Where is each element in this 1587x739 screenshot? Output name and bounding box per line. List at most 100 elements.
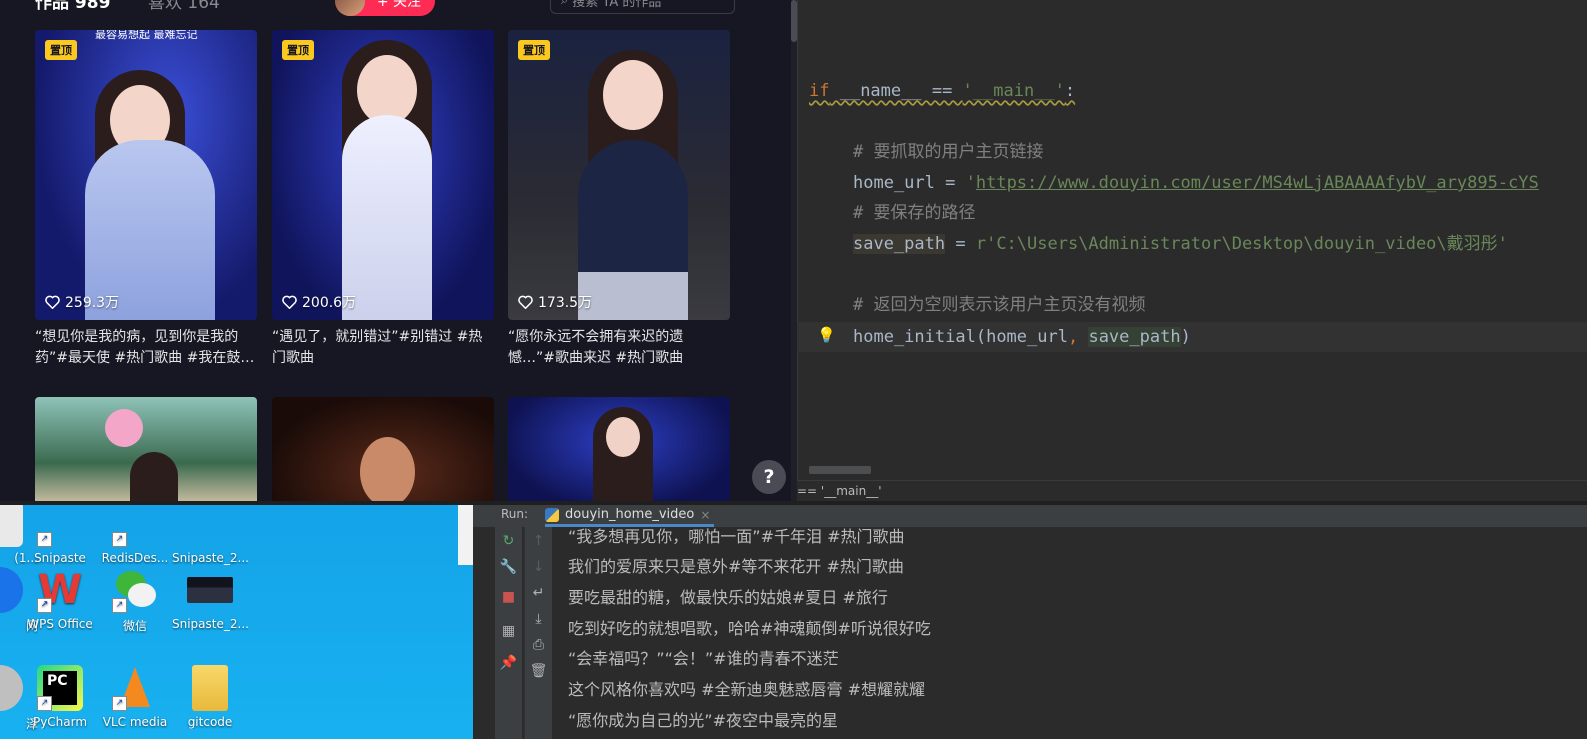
desktop-icon-wechat[interactable]: ↗ 微信 — [97, 567, 173, 634]
avatar — [335, 0, 365, 16]
browser-icon — [0, 567, 23, 613]
file-icon — [0, 505, 23, 547]
console-line: 吃到好吃的就想唱歌，哈哈#神魂颠倒#听说很好吃 — [568, 619, 931, 638]
desktop-icon-wps[interactable]: W ↗ WPS Office — [22, 567, 98, 631]
python-icon — [545, 507, 559, 522]
console-line: “会幸福吗？”“会！”#谁的青春不迷茫 — [568, 649, 839, 668]
comment: # 要抓取的用户主页链接 — [853, 142, 1044, 162]
douyin-profile-panel: 作品 989 喜欢 164 + 关注 ⌕ 搜索 TA 的作品 最容易想起 最难忘… — [0, 0, 797, 505]
thumbnail-outfit — [578, 140, 688, 320]
video-caption[interactable]: “想见你是我的病，见到你是我的药”#最天使 #热门歌曲 #我在鼓… — [35, 327, 257, 369]
follow-label: + 关注 — [376, 0, 421, 10]
like-count: 259.3万 — [45, 292, 119, 312]
like-count: 173.5万 — [518, 292, 592, 312]
code-editor[interactable]: if __name__ == '__main__': # 要抓取的用户主页链接 … — [797, 0, 1587, 480]
run-toolbar-right: ↑ ↓ ↵ ⤓ ⎙ 🗑 — [524, 527, 552, 739]
close-icon[interactable]: × — [700, 508, 710, 522]
video-card[interactable] — [508, 397, 730, 505]
arrow-down-icon[interactable]: ↓ — [525, 559, 552, 575]
window-fragment — [458, 505, 473, 565]
console-line: “我多想再见你，哪怕一面”#千年泪 #热门歌曲 — [568, 527, 905, 546]
code-line-comment-empty: # 返回为空则表示该用户主页没有视频 — [853, 290, 1587, 320]
variable-home-url: home_url — [853, 173, 935, 193]
desktop-icon-vlc[interactable]: ↗ VLC media — [97, 665, 173, 729]
soft-wrap-icon[interactable]: ↵ — [525, 585, 552, 601]
shortcut-arrow-icon: ↗ — [112, 532, 127, 547]
wps-icon: W ↗ — [37, 567, 83, 613]
desktop-icon-pycharm[interactable]: PC ↗ PyCharm — [22, 665, 98, 729]
thumbnail-balloon — [105, 409, 143, 447]
windows-desktop: (1... ↗ Snipaste ↗ RedisDes... Snipaste_2.… — [0, 505, 473, 739]
trash-icon[interactable]: 🗑 — [525, 663, 552, 679]
app-icon — [0, 665, 23, 711]
video-card[interactable]: 置顶 173.5万 — [508, 30, 730, 320]
wechat-icon: ↗ — [112, 567, 158, 613]
thumbnail-face — [603, 60, 663, 130]
thumbnail-overlay-text: 最容易想起 最难忘记 — [95, 30, 198, 41]
like-count-value: 200.6万 — [302, 295, 357, 311]
breadcrumb[interactable]: == '__main__' — [797, 480, 1587, 502]
code-line-comment-path: # 要保存的路径 — [853, 198, 1587, 228]
tab-likes[interactable]: 喜欢 164 — [148, 0, 220, 13]
follow-button[interactable]: + 关注 — [335, 0, 435, 16]
pin-icon[interactable]: 📌 — [495, 655, 522, 671]
video-card[interactable]: 最容易想起 最难忘记 置顶 259.3万 — [35, 30, 257, 320]
rerun-icon[interactable]: ↻ — [495, 533, 522, 549]
code-line-if: if __name__ == '__main__': — [809, 76, 1587, 106]
run-tool-window: Run: douyin_home_video × ↻ 🔧 ■ ▦ 📌 ↑ ↓ ↵… — [473, 505, 1587, 739]
video-card[interactable] — [35, 397, 257, 505]
run-tab-label: douyin_home_video — [565, 507, 695, 522]
shortcut-arrow-icon: ↗ — [112, 598, 127, 613]
arrow-up-icon[interactable]: ↑ — [525, 533, 552, 549]
image-file-icon — [187, 505, 233, 547]
desktop-icon-snipaste-image[interactable]: Snipaste_2... — [172, 505, 248, 565]
redis-icon: ↗ — [112, 505, 158, 547]
pinned-badge: 置顶 — [45, 40, 77, 60]
print-icon[interactable]: ⎙ — [525, 637, 552, 653]
shortcut-arrow-icon: ↗ — [37, 696, 52, 711]
desktop-icon-redis[interactable]: ↗ RedisDes... — [97, 505, 173, 565]
run-config-tab[interactable]: douyin_home_video × — [545, 505, 715, 527]
horizontal-scrollbar[interactable] — [809, 466, 871, 474]
shortcut-arrow-icon: ↗ — [37, 532, 52, 547]
help-button[interactable]: ? — [752, 460, 786, 494]
wrench-icon[interactable]: 🔧 — [495, 559, 522, 575]
run-header: Run: douyin_home_video × — [473, 505, 1587, 527]
console-output[interactable]: “我多想再见你，哪怕一面”#千年泪 #热门歌曲 我们的爱原来只是意外#等不来花开… — [551, 527, 1587, 739]
search-placeholder: 搜索 TA 的作品 — [572, 0, 662, 10]
desktop-icon-snipaste[interactable]: ↗ Snipaste — [22, 505, 98, 565]
layout-icon[interactable]: ▦ — [495, 623, 522, 639]
heart-icon — [518, 295, 533, 309]
thumbnail-face — [606, 417, 640, 457]
gutter-divider — [797, 0, 798, 480]
main-guard: if __name__ == '__main__': — [809, 81, 1076, 101]
stop-icon[interactable]: ■ — [495, 589, 522, 605]
shortcut-arrow-icon: ↗ — [37, 598, 52, 613]
code-line-home-url: home_url = 'https://www.douyin.com/user/… — [853, 173, 1539, 193]
video-card[interactable] — [272, 397, 494, 505]
tab-works[interactable]: 作品 989 — [35, 0, 110, 13]
video-caption[interactable]: “愿你永远不会拥有来迟的遗憾…”#歌曲来迟 #热门歌曲 — [508, 327, 730, 369]
console-line: 我们的爱原来只是意外#等不来花开 #热门歌曲 — [568, 557, 904, 576]
heart-icon — [282, 295, 297, 309]
code-line-comment-url: # 要抓取的用户主页链接 — [853, 137, 1587, 167]
pinned-badge: 置顶 — [282, 40, 314, 60]
lightbulb-icon[interactable]: 💡 — [817, 326, 836, 344]
arg-home-url: home_url — [986, 327, 1068, 347]
console-line: “愿你成为自己的光”#夜空中最亮的星 — [568, 711, 838, 730]
code-line-save-path: save_path = r'C:\Users\Administrator\Des… — [853, 234, 1508, 254]
search-works-input[interactable]: ⌕ 搜索 TA 的作品 — [550, 0, 735, 14]
shortcut-arrow-icon: ↗ — [112, 696, 127, 711]
run-toolbar-left: ↻ 🔧 ■ ▦ 📌 — [495, 527, 522, 739]
like-count: 200.6万 — [282, 292, 356, 312]
desktop-icon-gitcode[interactable]: gitcode — [172, 665, 248, 729]
video-caption[interactable]: “遇见了，就别错过”#别错过 #热门歌曲 — [272, 327, 494, 369]
like-count-value: 259.3万 — [65, 295, 120, 311]
profile-tabs-bar: 作品 989 喜欢 164 + 关注 ⌕ 搜索 TA 的作品 — [0, 0, 797, 16]
video-card[interactable]: 置顶 200.6万 — [272, 30, 494, 320]
desktop-icon-snipaste-image-2[interactable]: Snipaste_2... — [172, 567, 248, 631]
search-icon: ⌕ — [561, 0, 569, 8]
thumbnail-figure — [130, 452, 178, 505]
scroll-to-end-icon[interactable]: ⤓ — [525, 611, 552, 627]
url-string[interactable]: https://www.douyin.com/user/MS4wLjABAAAA… — [976, 173, 1539, 193]
